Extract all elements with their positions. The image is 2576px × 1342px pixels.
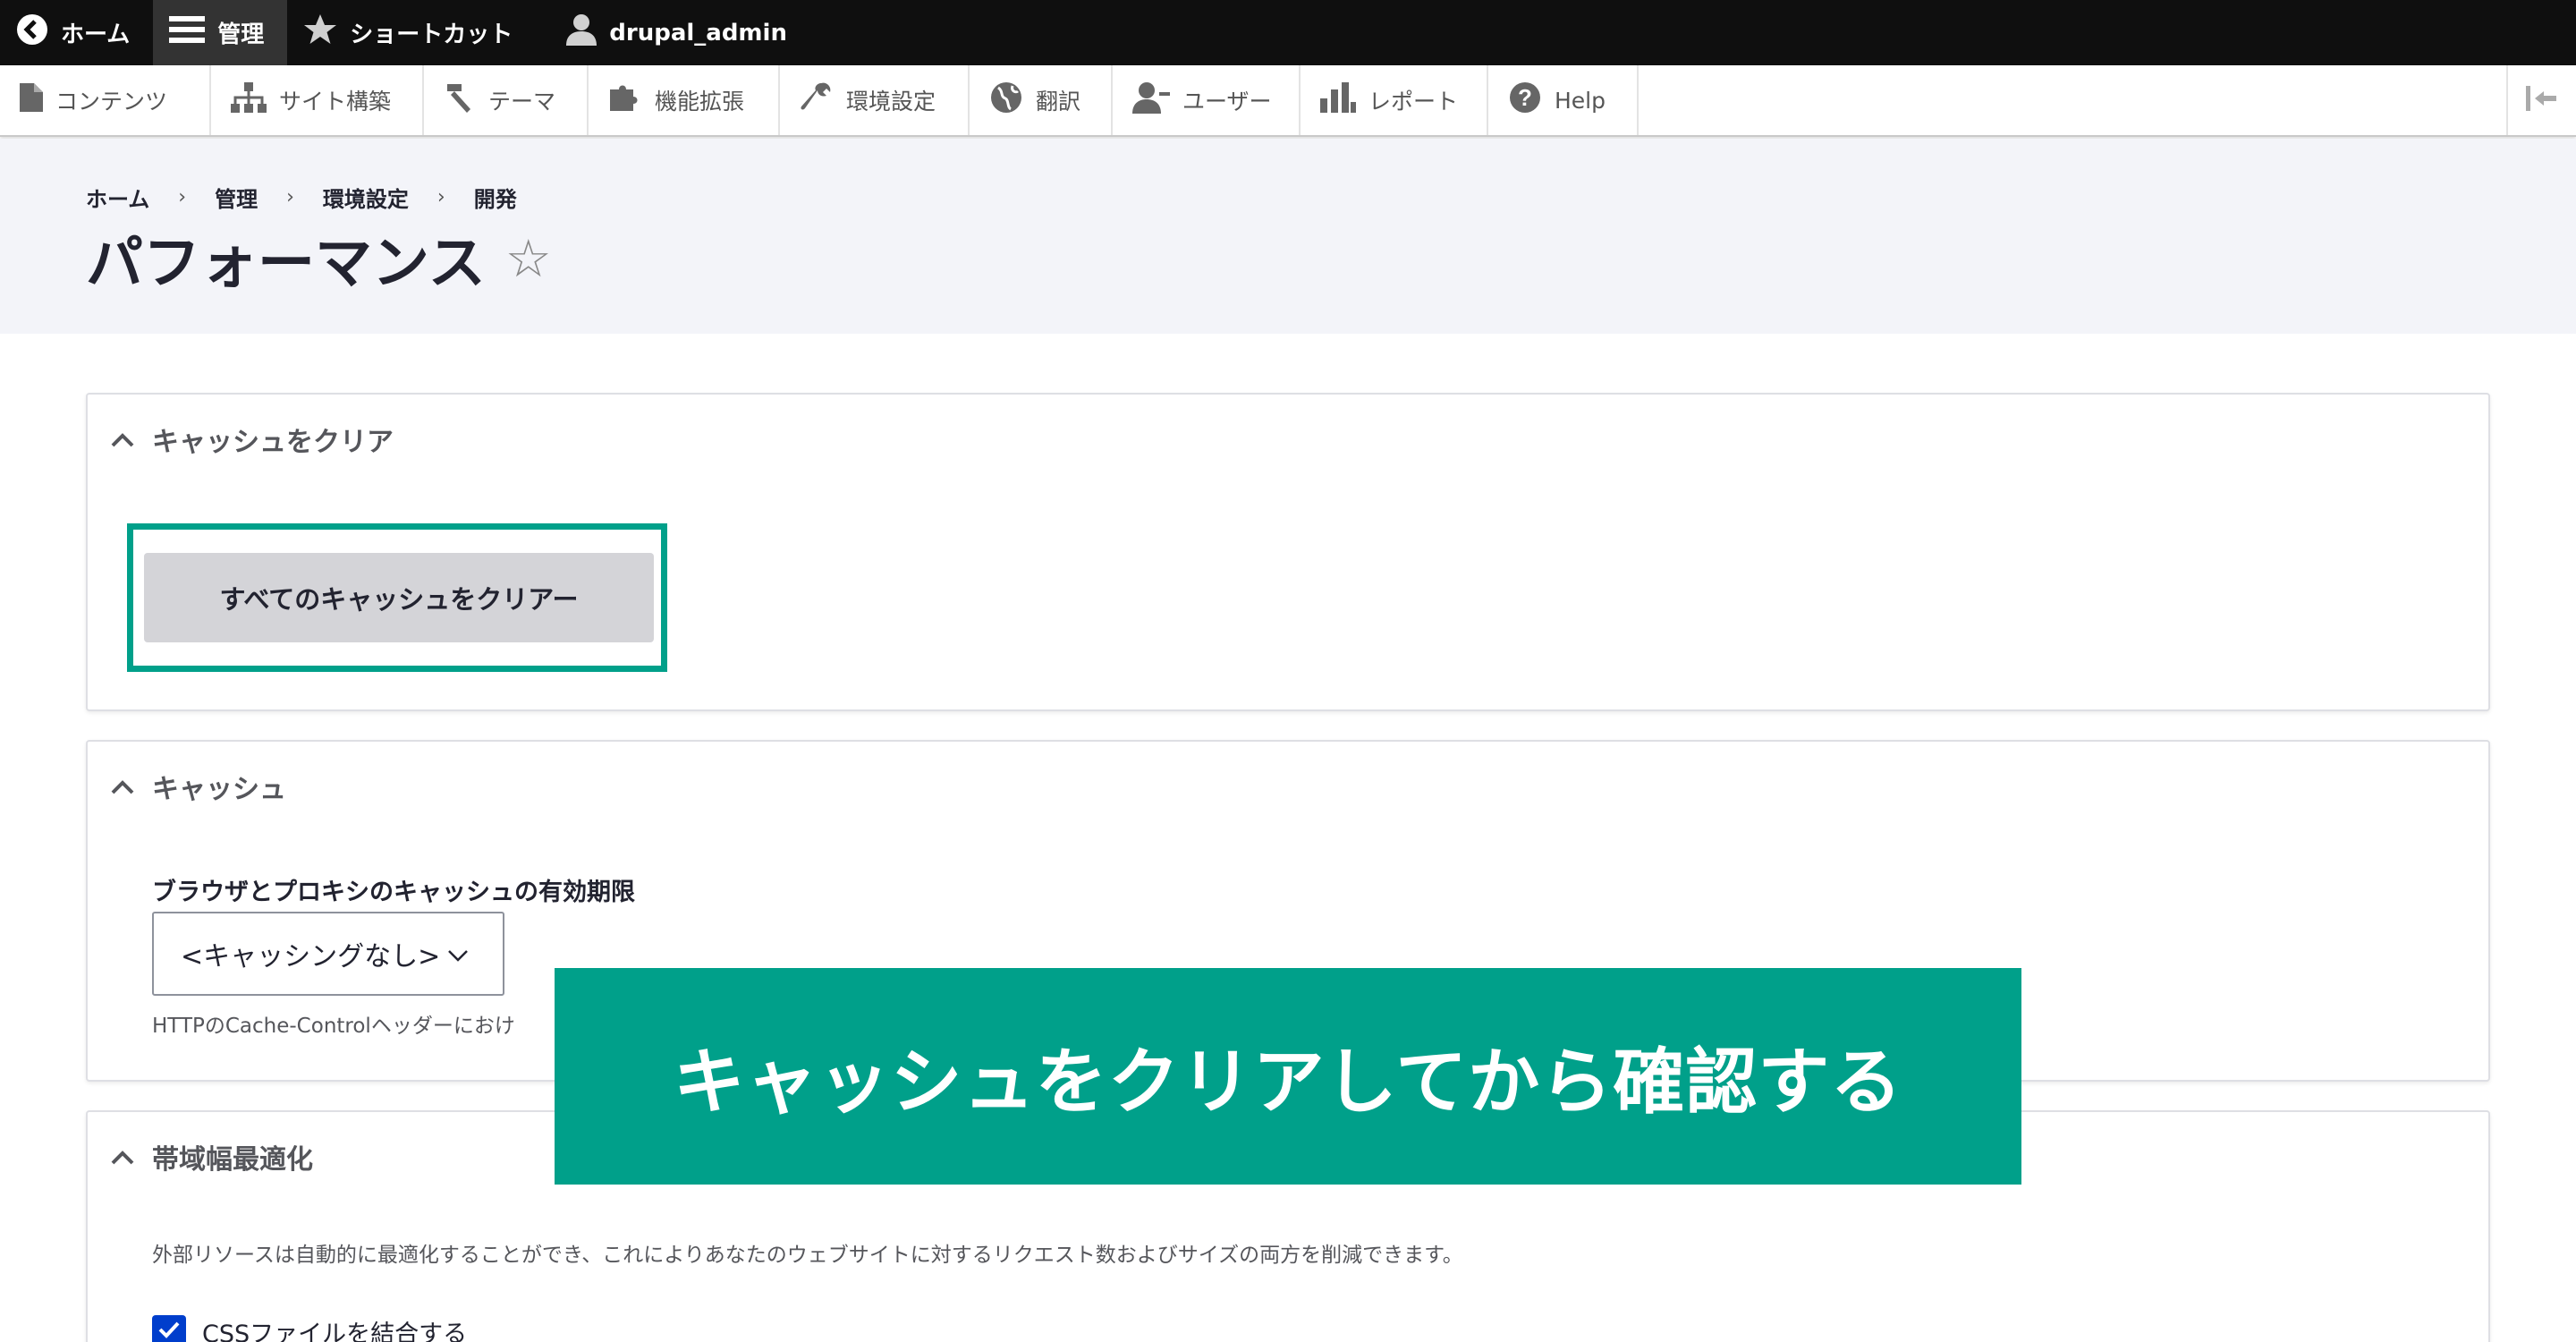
question-icon: ? — [1508, 81, 1542, 120]
chevron-down-icon — [447, 939, 469, 970]
toolbar-user-tab[interactable]: drupal_admin — [536, 0, 810, 65]
star-icon — [303, 13, 337, 52]
bar-chart-icon — [1320, 82, 1356, 118]
breadcrumb-link[interactable]: 環境設定 — [323, 182, 409, 213]
caching-summary[interactable]: キャッシュ — [111, 767, 286, 806]
tray-item-label: 環境設定 — [846, 89, 936, 115]
max-age-select[interactable]: <キャッシングなし> — [152, 912, 504, 996]
toolbar-user-label: drupal_admin — [609, 19, 787, 47]
breadcrumb-separator-icon: › — [436, 186, 445, 208]
chevron-left-circle-icon — [16, 13, 48, 52]
breadcrumb-separator-icon: › — [178, 186, 187, 208]
breadcrumb: ホーム › 管理 › 環境設定 › 開発 — [86, 182, 517, 213]
toolbar-home-label: ホーム — [61, 21, 131, 48]
toolbar-manage-label: 管理 — [217, 21, 265, 48]
hamburger-icon — [169, 14, 206, 51]
people-icon — [1132, 81, 1170, 119]
chevron-up-icon — [111, 1142, 134, 1173]
select-value: <キャッシングなし> — [181, 941, 441, 973]
breadcrumb-link[interactable]: 管理 — [215, 182, 258, 213]
toolbar-shortcuts-tab[interactable]: ショートカット — [287, 0, 536, 65]
globe-icon — [989, 81, 1023, 120]
tray-item-label: サイト構築 — [279, 89, 392, 115]
aggregate-css-label: CSSファイルを結合する — [202, 1321, 468, 1342]
clear-all-caches-button[interactable]: すべてのキャッシュをクリアー — [144, 553, 654, 642]
bandwidth-description: 外部リソースは自動的に最適化することができ、これによりあなたのウェブサイトに対す… — [152, 1244, 1463, 1267]
tray-item-label: 機能拡張 — [655, 89, 745, 115]
arrow-left-bar-icon — [2526, 86, 2558, 115]
admin-tray: コンテンツ サイト構築 テーマ 機能拡張 環境設定 翻訳 ユーザー レポート ?… — [0, 65, 2576, 137]
sitemap-icon — [231, 82, 267, 118]
tray-item-label: ユーザー — [1182, 89, 1272, 115]
annotation-banner: キャッシュをクリアしてから確認する — [555, 968, 2021, 1185]
tray-item-appearance[interactable]: テーマ — [424, 65, 589, 135]
user-icon — [566, 13, 597, 52]
breadcrumb-link[interactable]: ホーム — [86, 182, 149, 213]
tray-item-people[interactable]: ユーザー — [1113, 65, 1301, 135]
tray-item-label: コンテンツ — [55, 89, 168, 115]
breadcrumb-link[interactable]: 開発 — [474, 182, 517, 213]
tray-item-label: レポート — [1368, 89, 1459, 115]
tray-item-label: テーマ — [488, 89, 556, 115]
admin-toolbar: ホーム 管理 ショートカット drupal_admin — [0, 0, 2576, 65]
tray-item-configuration[interactable]: 環境設定 — [780, 65, 970, 135]
toolbar-manage-tab[interactable]: 管理 — [153, 0, 288, 65]
chevron-up-icon — [111, 771, 134, 803]
clear-cache-summary[interactable]: キャッシュをクリア — [111, 420, 394, 459]
chevron-up-icon — [111, 424, 134, 455]
max-age-description: HTTPのCache-Controlヘッダーにおけ — [152, 1015, 515, 1038]
highlight-frame: すべてのキャッシュをクリアー — [127, 523, 667, 672]
page-title-row: パフォーマンス ☆ — [86, 217, 552, 300]
checkmark-icon — [157, 1318, 181, 1342]
aggregate-css-checkbox[interactable] — [152, 1314, 186, 1342]
annotation-banner-text: キャッシュをクリアしてから確認する — [673, 1040, 1903, 1124]
wrench-icon — [800, 81, 834, 119]
toolbar-shortcuts-label: ショートカット — [350, 21, 513, 48]
tray-item-structure[interactable]: サイト構築 — [211, 65, 424, 135]
shortcut-star-icon[interactable]: ☆ — [505, 228, 552, 289]
fieldset-heading: キャッシュをクリア — [152, 427, 394, 458]
bandwidth-summary[interactable]: 帯域幅最適化 — [111, 1137, 313, 1176]
page-header: ホーム › 管理 › 環境設定 › 開発 パフォーマンス ☆ — [0, 139, 2576, 334]
tray-item-reports[interactable]: レポート — [1301, 65, 1488, 135]
tray-item-label: Help — [1555, 87, 1606, 114]
page-title: パフォーマンス — [86, 231, 486, 297]
svg-text:?: ? — [1518, 84, 1532, 111]
aggregate-css-row: CSSファイルを結合する — [152, 1314, 467, 1342]
paintbrush-icon — [444, 82, 476, 118]
tray-item-content[interactable]: コンテンツ — [0, 65, 211, 135]
tray-item-extend[interactable]: 機能拡張 — [589, 65, 780, 135]
tray-item-translate[interactable]: 翻訳 — [970, 65, 1113, 135]
breadcrumb-separator-icon: › — [286, 186, 294, 208]
clear-cache-fieldset: キャッシュをクリア すべてのキャッシュをクリアー — [86, 393, 2490, 711]
fieldset-heading: キャッシュ — [152, 774, 286, 805]
tray-item-label: 翻訳 — [1036, 89, 1081, 115]
file-icon — [20, 83, 43, 117]
tray-item-help[interactable]: ? Help — [1488, 65, 1639, 135]
max-age-label: ブラウザとプロキシのキャッシュの有効期限 — [152, 879, 635, 906]
puzzle-icon — [608, 82, 642, 118]
toolbar-home-link[interactable]: ホーム — [0, 0, 153, 65]
tray-orientation-toggle[interactable] — [2506, 65, 2576, 135]
fieldset-heading: 帯域幅最適化 — [152, 1144, 313, 1176]
